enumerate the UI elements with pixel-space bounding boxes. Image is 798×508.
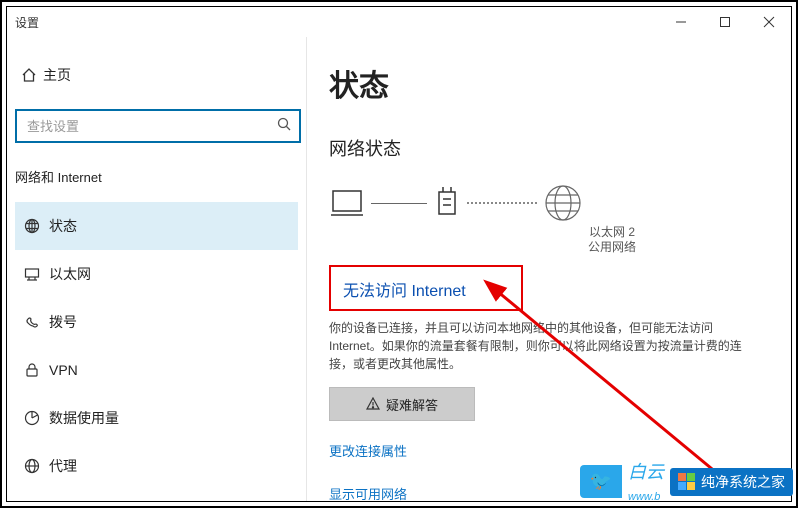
connection-label: 以太网 2 公用网络 — [455, 225, 769, 255]
page-subtitle: 网络状态 — [329, 135, 769, 161]
close-button[interactable] — [747, 7, 791, 37]
dialup-icon — [15, 314, 49, 330]
sidebar-item-label: 以太网 — [49, 264, 91, 284]
sidebar-item-label: VPN — [49, 362, 78, 378]
search-input-container[interactable] — [15, 109, 301, 143]
brand-logo: 纯净系统之家 — [670, 468, 793, 496]
warning-icon — [366, 397, 380, 411]
sidebar-item-label: 数据使用量 — [49, 408, 119, 428]
connection-name: 以太网 2 — [455, 225, 769, 240]
search-icon — [277, 117, 291, 136]
ethernet-icon — [15, 266, 49, 282]
status-icon — [15, 218, 49, 234]
maximize-button[interactable] — [703, 7, 747, 37]
page-title: 状态 — [329, 61, 769, 105]
bird-icon: 🐦 — [580, 465, 622, 498]
watermark: 🐦 白云www.b 纯净系统之家 — [580, 456, 793, 507]
sidebar-item-proxy[interactable]: 代理 — [15, 442, 298, 490]
nav-home-label: 主页 — [43, 65, 71, 85]
vpn-icon — [15, 362, 49, 378]
datausage-icon — [15, 410, 49, 426]
proxy-icon — [15, 458, 49, 474]
sidebar-item-ethernet[interactable]: 以太网 — [15, 250, 298, 298]
nav-home[interactable]: 主页 — [15, 55, 298, 95]
router-icon — [433, 185, 461, 221]
computer-icon — [329, 185, 365, 221]
connection-type: 公用网络 — [455, 240, 769, 255]
sidebar-item-label: 代理 — [49, 456, 77, 476]
troubleshoot-label: 疑难解答 — [386, 395, 438, 414]
sidebar-item-datausage[interactable]: 数据使用量 — [15, 394, 298, 442]
alert-box: 无法访问 Internet — [329, 265, 523, 311]
section-label: 网络和 Internet — [15, 167, 298, 186]
network-diagram — [329, 181, 769, 225]
sidebar-item-dialup[interactable]: 拨号 — [15, 298, 298, 346]
sidebar-item-status[interactable]: 状态 — [15, 202, 298, 250]
search-input[interactable] — [27, 119, 277, 134]
body-text: 你的设备已连接，并且可以访问本地网络中的其他设备，但可能无法访问 Interne… — [329, 319, 749, 373]
sidebar-item-vpn[interactable]: VPN — [15, 346, 298, 394]
home-icon — [15, 67, 43, 83]
globe-icon — [543, 183, 583, 223]
sidebar-item-label: 拨号 — [49, 312, 77, 332]
sidebar-item-label: 状态 — [49, 216, 77, 236]
minimize-button[interactable] — [659, 7, 703, 37]
troubleshoot-button[interactable]: 疑难解答 — [329, 387, 475, 421]
window-title: 设置 — [7, 14, 39, 31]
alert-text: 无法访问 Internet — [343, 277, 509, 301]
